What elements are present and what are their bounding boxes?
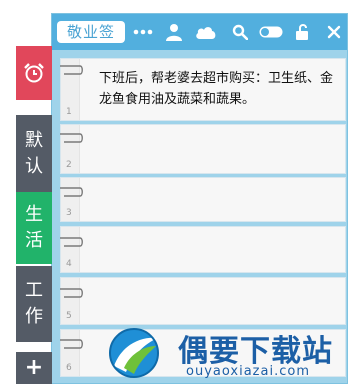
note-item[interactable]: 5 [60,277,346,325]
note-text: 下班后，帮老婆去超市购买：卫生纸、金龙鱼食用油及蔬菜和蔬果。 [99,71,334,107]
top-toolbar: 敬业签 [52,14,347,50]
tab-work[interactable]: 工作 工 作 [16,266,52,342]
note-item[interactable]: 4 [60,226,346,273]
paperclip-icon [60,65,83,75]
alarm-clock-icon [24,63,44,83]
paperclip-icon [60,339,83,349]
lock-icon[interactable] [292,20,314,44]
search-icon[interactable] [229,20,251,44]
cloud-icon[interactable] [195,20,217,44]
note-item[interactable]: 1 下班后，帮老婆去超市购买：卫生纸、金龙鱼食用油及蔬菜和蔬果。 [60,58,346,121]
more-icon[interactable] [132,20,154,44]
note-number: 1 [66,107,72,117]
add-tab-button[interactable]: + [16,352,52,384]
user-icon[interactable] [163,20,185,44]
note-number: 3 [66,208,72,218]
tab-reminders[interactable] [16,46,52,100]
close-icon[interactable] [323,20,345,44]
toggle-icon[interactable] [258,20,284,44]
tab-label-2: 活 [25,230,43,251]
paperclip-icon [60,133,83,143]
tab-label-2: 作 [25,306,43,327]
tab-label-1: 生 [25,204,43,225]
note-number: 4 [66,259,72,269]
watermark-logo: 偶要下载站 ouyaoxiazai.com [104,322,354,384]
tab-label-1: 默 [25,129,43,151]
note-item[interactable]: 3 [60,177,346,222]
tab-default[interactable]: 默认 默 认 [16,115,52,192]
paperclip-icon [60,187,83,197]
note-item[interactable]: 2 [60,124,346,174]
watermark-url: ouyaoxiazai.com [186,364,310,379]
note-number: 2 [66,160,72,170]
note-number: 6 [66,363,72,373]
tab-label-1: 工 [25,280,43,301]
tab-life[interactable]: 生活 生 活 [16,192,52,264]
paperclip-icon [60,237,83,247]
app-title-button[interactable]: 敬业签 [57,21,125,43]
note-number: 5 [66,311,72,321]
paperclip-icon [60,288,83,298]
tab-label-2: 认 [25,155,43,177]
watermark-emblem-icon [109,328,159,378]
